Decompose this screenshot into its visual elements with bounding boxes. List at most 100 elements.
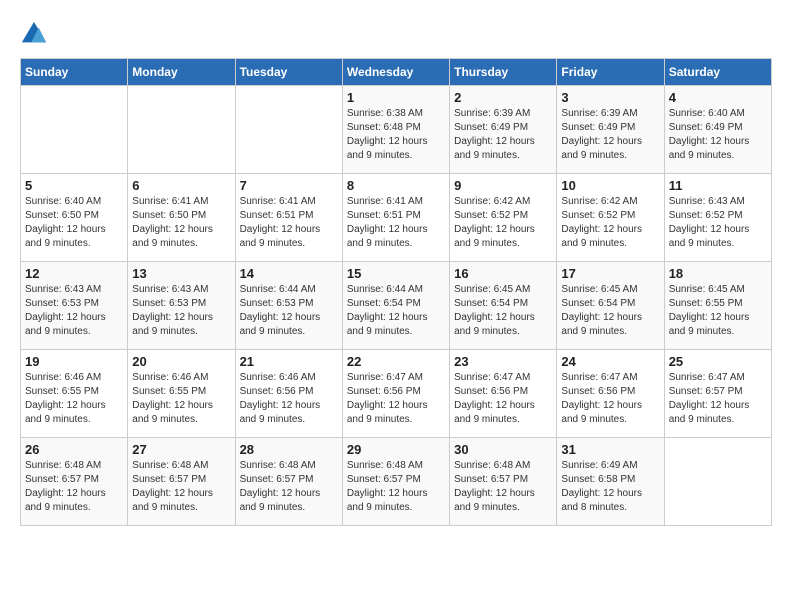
day-number: 17 — [561, 266, 659, 281]
day-info: Sunrise: 6:38 AM Sunset: 6:48 PM Dayligh… — [347, 107, 445, 163]
day-info: Sunrise: 6:39 AM Sunset: 6:49 PM Dayligh… — [561, 107, 659, 163]
day-info: Sunrise: 6:47 AM Sunset: 6:56 PM Dayligh… — [454, 371, 552, 427]
day-info: Sunrise: 6:44 AM Sunset: 6:54 PM Dayligh… — [347, 283, 445, 339]
calendar-cell: 19Sunrise: 6:46 AM Sunset: 6:55 PM Dayli… — [21, 350, 128, 438]
calendar-cell: 14 Sunrise: 6:44 AM Sunset: 6:53 PM Dayli… — [235, 262, 342, 350]
day-info: Sunrise: 6:46 AM Sunset: 6:55 PM Dayligh… — [132, 371, 230, 427]
day-number: 26 — [25, 442, 123, 457]
header-sunday: Sunday — [21, 59, 128, 86]
calendar-cell — [235, 86, 342, 174]
calendar-cell: 28Sunrise: 6:48 AM Sunset: 6:57 PM Dayli… — [235, 438, 342, 526]
header-thursday: Thursday — [450, 59, 557, 86]
day-info: Sunrise: 6:39 AM Sunset: 6:49 PM Dayligh… — [454, 107, 552, 163]
day-info: Sunrise: 6:45 AM Sunset: 6:54 PM Dayligh… — [454, 283, 552, 339]
header-friday: Friday — [557, 59, 664, 86]
day-info: Sunrise: 6:48 AM Sunset: 6:57 PM Dayligh… — [240, 459, 338, 515]
calendar-cell: 26 Sunrise: 6:48 AM Sunset: 6:57 PM Dayli… — [21, 438, 128, 526]
day-number: 9 — [454, 178, 552, 193]
calendar-cell — [128, 86, 235, 174]
day-number: 31 — [561, 442, 659, 457]
day-info: Sunrise: 6:41 AM Sunset: 6:51 PM Dayligh… — [240, 195, 338, 251]
logo — [20, 20, 52, 48]
day-number: 5 — [25, 178, 123, 193]
day-number: 10 — [561, 178, 659, 193]
calendar-cell: 15 Sunrise: 6:44 AM Sunset: 6:54 PM Dayli… — [342, 262, 449, 350]
logo-icon — [20, 20, 48, 48]
header-tuesday: Tuesday — [235, 59, 342, 86]
calendar-cell: 4 Sunrise: 6:40 AM Sunset: 6:49 PM Daylig… — [664, 86, 771, 174]
calendar-cell: 8 Sunrise: 6:41 AM Sunset: 6:51 PM Daylig… — [342, 174, 449, 262]
calendar-cell: 23 Sunrise: 6:47 AM Sunset: 6:56 PM Dayli… — [450, 350, 557, 438]
day-number: 23 — [454, 354, 552, 369]
calendar-week-1: 1 Sunrise: 6:38 AM Sunset: 6:48 PM Daylig… — [21, 86, 772, 174]
day-info: Sunrise: 6:40 AM Sunset: 6:49 PM Dayligh… — [669, 107, 767, 163]
day-number: 27 — [132, 442, 230, 457]
day-info: Sunrise: 6:43 AM Sunset: 6:53 PM Dayligh… — [25, 283, 123, 339]
calendar-cell: 21 Sunrise: 6:46 AM Sunset: 6:56 PM Dayli… — [235, 350, 342, 438]
calendar-cell: 16 Sunrise: 6:45 AM Sunset: 6:54 PM Dayli… — [450, 262, 557, 350]
day-info: Sunrise: 6:46 AM Sunset: 6:56 PM Dayligh… — [240, 371, 338, 427]
day-number: 25 — [669, 354, 767, 369]
day-info: Sunrise: 6:48 AM Sunset: 6:57 PM Dayligh… — [132, 459, 230, 515]
calendar-week-3: 12 Sunrise: 6:43 AM Sunset: 6:53 PM Dayli… — [21, 262, 772, 350]
day-number: 8 — [347, 178, 445, 193]
day-number: 20 — [132, 354, 230, 369]
day-info: Sunrise: 6:46 AM Sunset: 6:55 PM Dayligh… — [25, 371, 123, 427]
calendar-cell: 17 Sunrise: 6:45 AM Sunset: 6:54 PM Dayli… — [557, 262, 664, 350]
calendar-cell: 25Sunrise: 6:47 AM Sunset: 6:57 PM Dayli… — [664, 350, 771, 438]
calendar-cell: 9 Sunrise: 6:42 AM Sunset: 6:52 PM Daylig… — [450, 174, 557, 262]
calendar-cell: 12 Sunrise: 6:43 AM Sunset: 6:53 PM Dayli… — [21, 262, 128, 350]
day-number: 18 — [669, 266, 767, 281]
header-wednesday: Wednesday — [342, 59, 449, 86]
day-number: 29 — [347, 442, 445, 457]
day-info: Sunrise: 6:40 AM Sunset: 6:50 PM Dayligh… — [25, 195, 123, 251]
calendar-table: SundayMondayTuesdayWednesdayThursdayFrid… — [20, 58, 772, 526]
calendar-cell — [21, 86, 128, 174]
calendar-cell: 1 Sunrise: 6:38 AM Sunset: 6:48 PM Daylig… — [342, 86, 449, 174]
day-info: Sunrise: 6:48 AM Sunset: 6:57 PM Dayligh… — [25, 459, 123, 515]
day-info: Sunrise: 6:48 AM Sunset: 6:57 PM Dayligh… — [454, 459, 552, 515]
header-saturday: Saturday — [664, 59, 771, 86]
day-number: 7 — [240, 178, 338, 193]
calendar-cell: 2 Sunrise: 6:39 AM Sunset: 6:49 PM Daylig… — [450, 86, 557, 174]
day-info: Sunrise: 6:41 AM Sunset: 6:50 PM Dayligh… — [132, 195, 230, 251]
day-info: Sunrise: 6:48 AM Sunset: 6:57 PM Dayligh… — [347, 459, 445, 515]
day-info: Sunrise: 6:44 AM Sunset: 6:53 PM Dayligh… — [240, 283, 338, 339]
day-info: Sunrise: 6:47 AM Sunset: 6:56 PM Dayligh… — [561, 371, 659, 427]
day-number: 2 — [454, 90, 552, 105]
day-number: 1 — [347, 90, 445, 105]
calendar-cell: 10 Sunrise: 6:42 AM Sunset: 6:52 PM Dayli… — [557, 174, 664, 262]
day-number: 13 — [132, 266, 230, 281]
calendar-cell: 13Sunrise: 6:43 AM Sunset: 6:53 PM Dayli… — [128, 262, 235, 350]
calendar-cell: 22 Sunrise: 6:47 AM Sunset: 6:56 PM Dayli… — [342, 350, 449, 438]
day-info: Sunrise: 6:47 AM Sunset: 6:56 PM Dayligh… — [347, 371, 445, 427]
day-number: 12 — [25, 266, 123, 281]
day-info: Sunrise: 6:42 AM Sunset: 6:52 PM Dayligh… — [561, 195, 659, 251]
day-info: Sunrise: 6:43 AM Sunset: 6:52 PM Dayligh… — [669, 195, 767, 251]
calendar-cell: 7 Sunrise: 6:41 AM Sunset: 6:51 PM Daylig… — [235, 174, 342, 262]
day-number: 6 — [132, 178, 230, 193]
calendar-cell: 30 Sunrise: 6:48 AM Sunset: 6:57 PM Dayli… — [450, 438, 557, 526]
day-number: 15 — [347, 266, 445, 281]
day-info: Sunrise: 6:45 AM Sunset: 6:55 PM Dayligh… — [669, 283, 767, 339]
calendar-cell: 27 Sunrise: 6:48 AM Sunset: 6:57 PM Dayli… — [128, 438, 235, 526]
day-number: 16 — [454, 266, 552, 281]
day-info: Sunrise: 6:45 AM Sunset: 6:54 PM Dayligh… — [561, 283, 659, 339]
day-number: 21 — [240, 354, 338, 369]
day-number: 24 — [561, 354, 659, 369]
calendar-cell: 31 Sunrise: 6:49 AM Sunset: 6:58 PM Dayli… — [557, 438, 664, 526]
calendar-week-5: 26 Sunrise: 6:48 AM Sunset: 6:57 PM Dayli… — [21, 438, 772, 526]
day-info: Sunrise: 6:42 AM Sunset: 6:52 PM Dayligh… — [454, 195, 552, 251]
page-header — [20, 20, 772, 48]
calendar-cell: 24 Sunrise: 6:47 AM Sunset: 6:56 PM Dayli… — [557, 350, 664, 438]
day-number: 14 — [240, 266, 338, 281]
calendar-cell: 6 Sunrise: 6:41 AM Sunset: 6:50 PM Daylig… — [128, 174, 235, 262]
day-number: 22 — [347, 354, 445, 369]
day-info: Sunrise: 6:41 AM Sunset: 6:51 PM Dayligh… — [347, 195, 445, 251]
calendar-cell: 29 Sunrise: 6:48 AM Sunset: 6:57 PM Dayli… — [342, 438, 449, 526]
day-number: 3 — [561, 90, 659, 105]
day-number: 4 — [669, 90, 767, 105]
day-info: Sunrise: 6:49 AM Sunset: 6:58 PM Dayligh… — [561, 459, 659, 515]
day-number: 11 — [669, 178, 767, 193]
day-number: 30 — [454, 442, 552, 457]
